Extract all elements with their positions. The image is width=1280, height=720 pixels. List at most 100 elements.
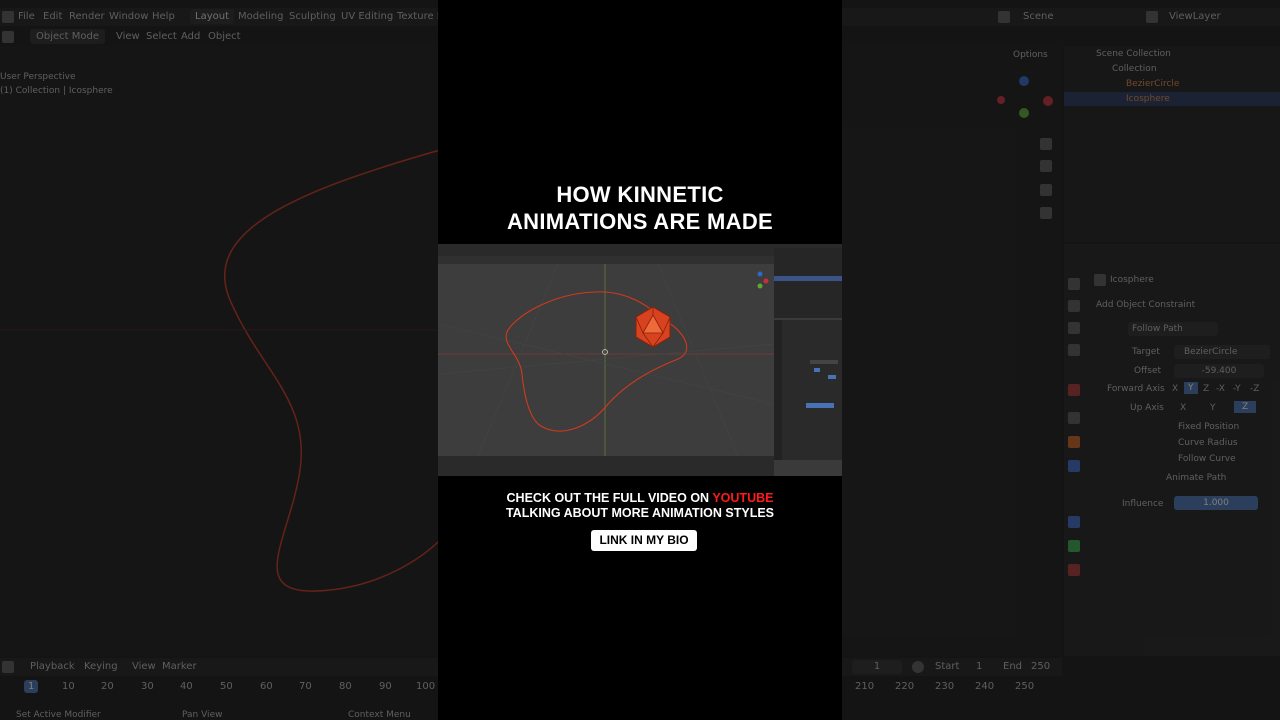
render-tab-icon[interactable] — [1068, 300, 1080, 312]
preview-properties — [774, 320, 842, 460]
target-field[interactable]: BezierCircle — [1174, 345, 1270, 359]
up-axis-x[interactable]: X — [1180, 403, 1186, 413]
timeline-menu-marker[interactable]: Marker — [162, 661, 197, 672]
view-layer-tab-icon[interactable] — [1068, 344, 1080, 356]
outliner-item-icosphere-row[interactable]: Icosphere — [1064, 92, 1280, 106]
start-value[interactable]: 1 — [976, 661, 982, 672]
playhead-frame[interactable]: 1 — [24, 680, 39, 693]
clock-icon — [912, 661, 924, 673]
forward-axis-neg-y[interactable]: -Y — [1233, 384, 1241, 394]
tick-40: 40 — [180, 681, 193, 692]
forward-axis-neg-z[interactable]: -Z — [1250, 384, 1259, 394]
tick-20: 20 — [101, 681, 114, 692]
preview-influence-slider — [806, 403, 834, 408]
tick-220: 220 — [895, 681, 915, 692]
preview-offset-field — [810, 360, 838, 364]
curve-radius-checkbox[interactable]: Curve Radius — [1178, 438, 1238, 448]
properties-tabs — [1066, 270, 1084, 610]
influence-label: Influence — [1122, 499, 1164, 509]
preview-header — [438, 256, 774, 264]
forward-axis-x[interactable]: X — [1172, 384, 1178, 394]
up-axis-z[interactable]: Z — [1234, 401, 1257, 413]
properties-panel: Icosphere Add Object Constraint Follow P… — [1064, 244, 1280, 656]
constraint-tab-icon[interactable] — [1068, 516, 1080, 528]
preview-properties-tabs — [774, 320, 782, 460]
blender-preview-thumbnail — [438, 244, 842, 476]
timeline-menu-view[interactable]: View — [132, 661, 156, 672]
link-in-bio-button[interactable]: LINK IN MY BIO — [591, 530, 697, 551]
tick-30: 30 — [141, 681, 154, 692]
forward-axis-y[interactable]: Y — [1184, 382, 1198, 394]
gizmo-y-icon[interactable] — [1019, 108, 1029, 118]
timeline-menu-playback[interactable]: Playback — [30, 661, 75, 672]
world-tab-icon[interactable] — [1068, 412, 1080, 424]
tick-10: 10 — [62, 681, 75, 692]
preview-forward-axis — [814, 368, 820, 372]
forward-axis-label: Forward Axis — [1107, 384, 1165, 394]
fixed-position-checkbox[interactable]: Fixed Position — [1178, 422, 1239, 432]
current-frame-field[interactable]: 1 — [852, 660, 902, 674]
cta-line2: TALKING ABOUT MORE ANIMATION STYLES — [505, 506, 775, 520]
modifier-tab-icon[interactable] — [1068, 460, 1080, 472]
pan-hand-icon[interactable] — [1040, 160, 1052, 172]
influence-slider[interactable]: 1.000 — [1174, 496, 1258, 510]
status-bar: Set Active Modifier Pan View Context Men… — [0, 708, 440, 720]
preview-viewport — [438, 264, 774, 456]
preview-timeline — [438, 456, 774, 476]
tick-70: 70 — [299, 681, 312, 692]
tool-tab-icon[interactable] — [1068, 278, 1080, 290]
offset-field[interactable]: -59.400 — [1174, 364, 1264, 378]
tick-100: 100 — [416, 681, 436, 692]
cta-line1-text: CHECK OUT THE FULL VIDEO ON — [506, 491, 713, 505]
camera-icon[interactable] — [1040, 184, 1052, 196]
preview-outliner — [774, 248, 842, 318]
add-constraint-button[interactable]: Add Object Constraint — [1096, 300, 1195, 310]
grid-icon[interactable] — [1040, 207, 1052, 219]
follow-curve-checkbox[interactable]: Follow Curve — [1178, 454, 1236, 464]
properties-object-name: Icosphere — [1110, 275, 1154, 285]
material-tab-icon[interactable] — [1068, 564, 1080, 576]
constraint-name-field[interactable]: Follow Path — [1128, 322, 1218, 336]
timeline-menu-keying[interactable]: Keying — [84, 661, 118, 672]
zoom-icon[interactable] — [1040, 138, 1052, 150]
forward-axis-neg-x[interactable]: -X — [1216, 384, 1225, 394]
outliner-panel: Scene Collection Collection BezierCircle… — [1064, 46, 1280, 242]
tick-230: 230 — [935, 681, 955, 692]
timeline-editor-icon[interactable] — [2, 661, 14, 673]
gizmo-x-icon[interactable] — [1043, 96, 1053, 106]
animate-path-button[interactable]: Animate Path — [1166, 473, 1226, 483]
headline-line2: ANIMATIONS ARE MADE — [506, 209, 774, 234]
headline-line1: HOW KINNETIC — [556, 182, 724, 207]
end-value[interactable]: 250 — [1031, 661, 1050, 672]
tick-80: 80 — [339, 681, 352, 692]
end-label: End — [1003, 661, 1023, 672]
outliner-item-beziercircle[interactable]: BezierCircle — [1126, 79, 1179, 89]
status-set-active-modifier: Set Active Modifier — [16, 710, 101, 720]
up-axis-label: Up Axis — [1130, 403, 1164, 413]
gizmo-neg-x-icon[interactable] — [997, 96, 1005, 104]
preview-outliner-selected-row — [774, 276, 842, 281]
object-tab-icon[interactable] — [1068, 436, 1080, 448]
tick-240: 240 — [975, 681, 995, 692]
gizmo-z-icon[interactable] — [1019, 76, 1029, 86]
navigation-gizmo[interactable] — [995, 76, 1055, 126]
up-axis-y[interactable]: Y — [1210, 403, 1216, 413]
data-tab-icon[interactable] — [1068, 540, 1080, 552]
start-label: Start — [935, 661, 960, 672]
forward-axis-z[interactable]: Z — [1203, 384, 1209, 394]
status-context-menu: Context Menu — [348, 710, 411, 720]
tick-90: 90 — [379, 681, 392, 692]
youtube-highlight: YOUTUBE — [712, 491, 774, 505]
tick-60: 60 — [260, 681, 273, 692]
tick-50: 50 — [220, 681, 233, 692]
scene-tab-icon[interactable] — [1068, 384, 1080, 396]
preview-up-axis — [828, 375, 836, 379]
status-pan-view: Pan View — [182, 710, 223, 720]
video-overlay: HOW KINNETIC ANIMATIONS ARE MADE CHECK O… — [438, 0, 842, 720]
outliner-scene-collection[interactable]: Scene Collection — [1096, 49, 1171, 59]
target-label: Target — [1132, 347, 1160, 357]
outliner-collection[interactable]: Collection — [1112, 64, 1157, 74]
outliner-item-icosphere[interactable]: Icosphere — [1126, 94, 1170, 104]
output-tab-icon[interactable] — [1068, 322, 1080, 334]
tick-210: 210 — [855, 681, 875, 692]
